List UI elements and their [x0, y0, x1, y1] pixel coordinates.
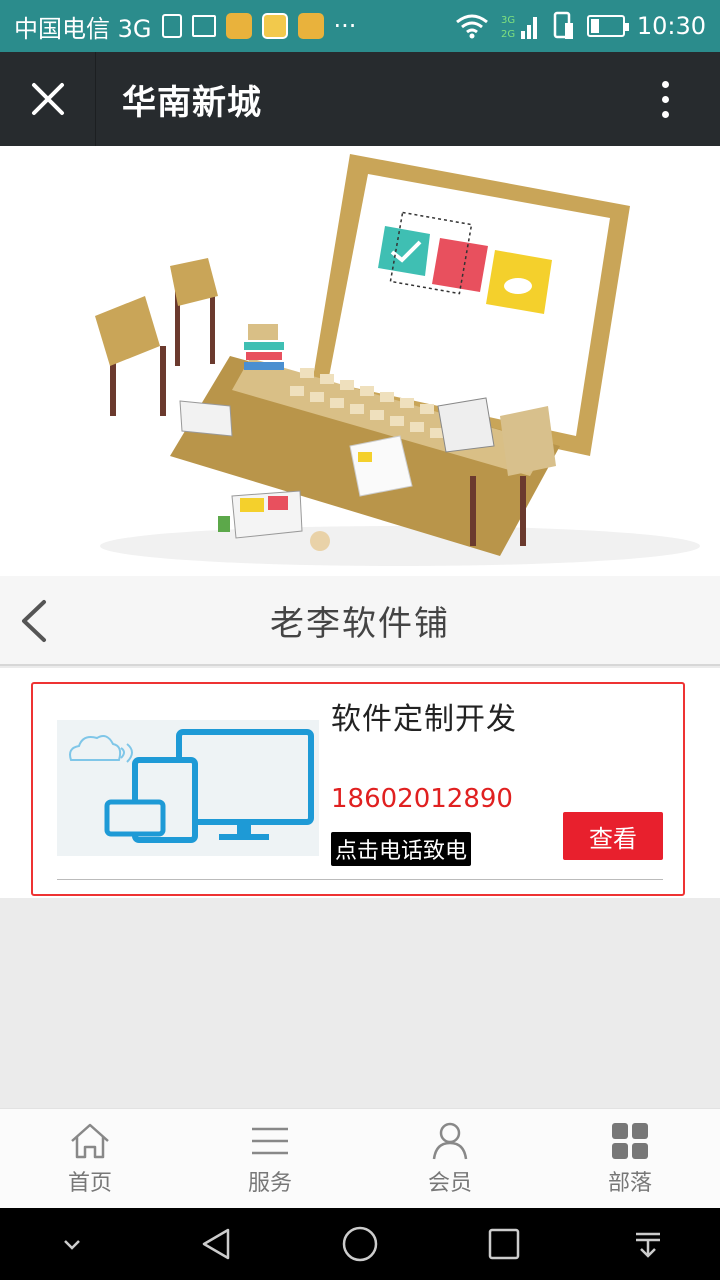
shop-header: 老李软件铺 — [0, 576, 720, 666]
status-bar: 中国电信 3G ··· 3G 2G 10:30 — [0, 0, 720, 52]
recents-button[interactable] — [474, 1214, 534, 1274]
bottom-nav: 首页 服务 会员 部落 — [0, 1108, 720, 1208]
product-card[interactable]: 软件定制开发 18602012890 点击电话致电 查看 — [31, 682, 685, 896]
product-title: 软件定制开发 — [331, 702, 517, 737]
system-nav-bar — [0, 1208, 720, 1280]
clock: 10:30 — [636, 12, 706, 40]
more-menu-button[interactable] — [610, 52, 720, 146]
more-dot — [661, 95, 669, 103]
pull-down-icon — [636, 1232, 660, 1258]
user-icon — [432, 1122, 468, 1159]
page-title: 华南新城 — [122, 82, 262, 123]
chevron-down-icon — [64, 1240, 80, 1250]
nav-label-home: 首页 — [67, 1170, 112, 1196]
close-icon — [31, 83, 64, 115]
home-icon — [71, 1123, 109, 1158]
product-list: 软件定制开发 18602012890 点击电话致电 查看 — [0, 668, 720, 898]
product-thumbnail — [57, 720, 319, 856]
back-icon[interactable] — [16, 598, 56, 644]
grid-icon — [612, 1122, 648, 1159]
card-divider — [57, 879, 663, 880]
app-bar: 华南新城 — [0, 52, 720, 146]
phone-signal-icon — [553, 11, 573, 39]
devices-illustration — [69, 729, 314, 843]
app-notification-icon — [261, 13, 288, 39]
more-dot — [661, 80, 669, 88]
triangle-back-icon — [202, 1228, 230, 1260]
shop-name: 老李软件铺 — [270, 603, 450, 644]
square-recents-icon — [488, 1228, 520, 1260]
back-button[interactable] — [186, 1214, 246, 1274]
wifi-icon — [455, 14, 488, 39]
nav-item-services[interactable]: 服务 — [180, 1109, 360, 1208]
call-phone-link[interactable]: 点击电话致电 — [331, 832, 472, 866]
app-notification-icon — [297, 13, 324, 39]
close-button[interactable] — [0, 52, 96, 146]
picture-icon — [191, 15, 216, 37]
nav-label-tribe: 部落 — [607, 1170, 652, 1196]
nav-item-tribe[interactable]: 部落 — [540, 1109, 720, 1208]
nav-label-member: 会员 — [427, 1170, 472, 1196]
list-icon — [252, 1127, 288, 1154]
app-notification-icon — [225, 13, 252, 39]
nav-item-member[interactable]: 会员 — [360, 1109, 540, 1208]
svg-text:2G: 2G — [501, 29, 515, 40]
notification-pull-button[interactable] — [618, 1214, 678, 1274]
hide-nav-button[interactable] — [42, 1214, 102, 1274]
nav-item-home[interactable]: 首页 — [0, 1109, 180, 1208]
sim-icon — [161, 14, 182, 38]
home-button[interactable] — [330, 1214, 390, 1274]
battery-icon — [586, 15, 629, 37]
more-notifications: ··· — [333, 12, 357, 40]
phone-number[interactable]: 18602012890 — [331, 784, 513, 814]
view-button[interactable]: 查看 — [563, 812, 663, 860]
svg-text:3G: 3G — [501, 15, 515, 26]
carrier-label: 中国电信 3G — [14, 14, 152, 43]
nav-label-services: 服务 — [247, 1170, 292, 1196]
circle-home-icon — [342, 1226, 378, 1262]
more-dot — [661, 110, 669, 118]
banner-image — [0, 146, 720, 578]
signal-icon: 3G 2G — [501, 15, 537, 40]
laptop-illustration — [95, 154, 700, 566]
